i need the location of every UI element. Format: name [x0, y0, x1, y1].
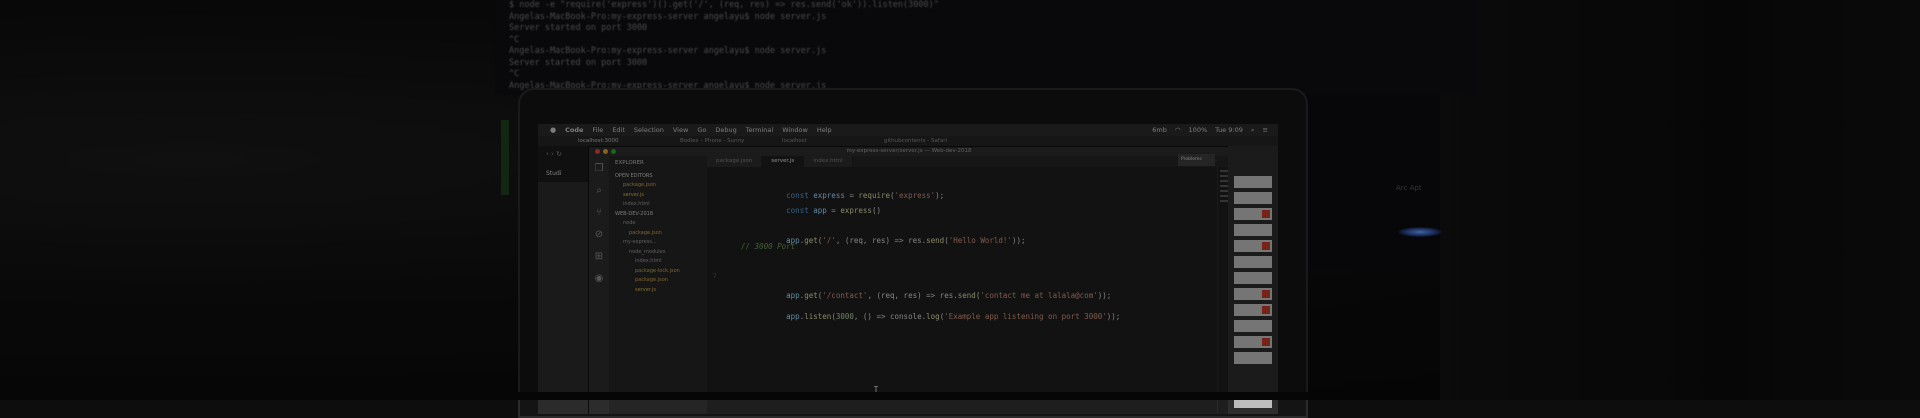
- menu-app-name[interactable]: Code: [565, 124, 583, 136]
- battery-status[interactable]: 100%: [1189, 124, 1208, 136]
- browser-tabs: localhost:3000 Bodies – Phone - Sunny lo…: [538, 136, 1278, 146]
- tab-package-json[interactable]: package.json: [707, 156, 763, 167]
- line-number: 7: [713, 273, 717, 280]
- browser-sidebar-label[interactable]: Studi: [538, 168, 593, 180]
- extensions-icon[interactable]: ⊞: [594, 251, 605, 262]
- list-row[interactable]: [1234, 192, 1272, 204]
- explorer-file[interactable]: server.js: [615, 286, 707, 296]
- background-terminal: $ node -e "require('express')().get('/',…: [495, 0, 1475, 95]
- menubar-status: 6mb ◠ 100% Tue 9:09 ⌕ ≡: [1152, 124, 1278, 136]
- window-title: my-express-server/server.js — Web-dev-20…: [589, 147, 1229, 156]
- list-row[interactable]: [1234, 272, 1272, 284]
- explorer-title: EXPLORER: [615, 160, 644, 166]
- list-row[interactable]: [1234, 208, 1272, 220]
- menu-edit[interactable]: Edit: [612, 124, 625, 136]
- code-line: const app = express(): [786, 206, 881, 215]
- section-workspace[interactable]: WEB-DEV-2018: [615, 210, 707, 220]
- terminal-line: ^C: [509, 34, 520, 45]
- green-strip: [501, 120, 509, 195]
- laptop-screen: ● Code File Edit Selection View Go Debug…: [538, 124, 1278, 414]
- explorer-file[interactable]: index.html: [615, 257, 707, 267]
- search-icon[interactable]: ⌕: [594, 185, 605, 196]
- files-icon[interactable]: ❐: [594, 163, 605, 174]
- code-line: // 3000 Port: [741, 242, 796, 251]
- menu-help[interactable]: Help: [817, 124, 832, 136]
- browser-right-panel: [1228, 146, 1278, 414]
- list-row[interactable]: [1234, 288, 1272, 300]
- browser-page-left: [538, 182, 593, 414]
- spotlight-icon[interactable]: ⌕: [1251, 124, 1255, 136]
- explorer-folder[interactable]: node_modules: [615, 248, 707, 258]
- menu-selection[interactable]: Selection: [634, 124, 664, 136]
- tab-index-html[interactable]: index.html: [804, 156, 853, 167]
- status-item[interactable]: 6mb: [1152, 124, 1167, 136]
- maximize-icon[interactable]: [611, 149, 616, 154]
- list-row[interactable]: [1234, 304, 1272, 316]
- explorer-file[interactable]: package.json: [615, 276, 707, 286]
- terminal-line: Angelas-MacBook-Pro:my-express-server an…: [509, 11, 827, 22]
- menu-file[interactable]: File: [592, 124, 603, 136]
- explorer-file[interactable]: server.js: [615, 191, 707, 201]
- vscode-window: my-express-server/server.js — Web-dev-20…: [588, 146, 1230, 414]
- menu-view[interactable]: View: [673, 124, 688, 136]
- wifi-icon[interactable]: ◠: [1175, 124, 1181, 136]
- explorer-folder[interactable]: node: [615, 219, 707, 229]
- terminal-line: Angelas-MacBook-Pro:my-express-server an…: [509, 46, 827, 56]
- explorer-panel: EXPLORER OPEN EDITORS package.json serve…: [609, 156, 707, 414]
- menu-window[interactable]: Window: [782, 124, 808, 136]
- menu-debug[interactable]: Debug: [715, 124, 736, 136]
- far-label: Arc Apt: [1396, 184, 1422, 192]
- code-line: app.listen(3000, () => console.log('Exam…: [786, 312, 1121, 321]
- problems-tooltip: Problems: [1178, 154, 1215, 166]
- list-row[interactable]: [1234, 320, 1272, 332]
- terminal-line: $ node -e "require('express')().get('/',…: [509, 0, 939, 10]
- forward-icon[interactable]: ›: [551, 150, 554, 158]
- traffic-lights: [595, 149, 616, 154]
- terminal-line: ^C: [509, 69, 520, 79]
- github-icon[interactable]: ◉: [594, 273, 605, 284]
- explorer-file[interactable]: package.json: [615, 229, 707, 239]
- activity-bar: ❐ ⌕ ⑂ ⊘ ⊞ ◉: [589, 156, 609, 414]
- explorer-folder[interactable]: my-express...: [615, 238, 707, 248]
- close-icon[interactable]: [595, 149, 600, 154]
- code-editor[interactable]: const express = require('express'); cons…: [707, 167, 1217, 414]
- tab-server-js[interactable]: server.js: [762, 156, 805, 167]
- mac-menubar: ● Code File Edit Selection View Go Debug…: [538, 124, 1278, 136]
- menu-go[interactable]: Go: [697, 124, 706, 136]
- list-row[interactable]: [1234, 352, 1272, 364]
- laptop-base: [518, 392, 1308, 400]
- browser-tab[interactable]: githubcontents - Safari: [884, 136, 980, 146]
- back-icon[interactable]: ‹: [546, 150, 549, 158]
- section-open-editors[interactable]: OPEN EDITORS: [615, 172, 707, 182]
- editor-tabs: package.json server.js index.html ⇋ ▣ ⋯: [707, 156, 1229, 167]
- list-row[interactable]: [1234, 336, 1272, 348]
- explorer-file[interactable]: package.json: [615, 181, 707, 191]
- blue-led-glow: [1398, 227, 1442, 237]
- debug-icon[interactable]: ⊘: [594, 229, 605, 240]
- room-background-right: [1440, 0, 1920, 400]
- reload-icon[interactable]: ↻: [556, 150, 562, 158]
- terminal-line: Server started on port 3000: [509, 57, 648, 68]
- list-row[interactable]: [1234, 176, 1272, 188]
- source-control-icon[interactable]: ⑂: [594, 207, 605, 218]
- minimize-icon[interactable]: [603, 149, 608, 154]
- explorer-file[interactable]: index.html: [615, 200, 707, 210]
- list-row[interactable]: [1234, 240, 1272, 252]
- browser-tab[interactable]: localhost: [782, 136, 878, 146]
- list-row[interactable]: [1234, 224, 1272, 236]
- terminal-line: Server started on port 3000: [509, 23, 648, 33]
- menu-terminal[interactable]: Terminal: [746, 124, 773, 136]
- browser-tab[interactable]: localhost:3000: [578, 136, 674, 146]
- list-row[interactable]: [1234, 256, 1272, 268]
- clock[interactable]: Tue 9:09: [1215, 124, 1243, 136]
- explorer-file[interactable]: package-lock.json: [615, 267, 707, 277]
- apple-icon[interactable]: ●: [550, 124, 556, 136]
- notification-icon[interactable]: ≡: [1263, 124, 1268, 136]
- browser-tab[interactable]: Bodies – Phone - Sunny: [680, 136, 776, 146]
